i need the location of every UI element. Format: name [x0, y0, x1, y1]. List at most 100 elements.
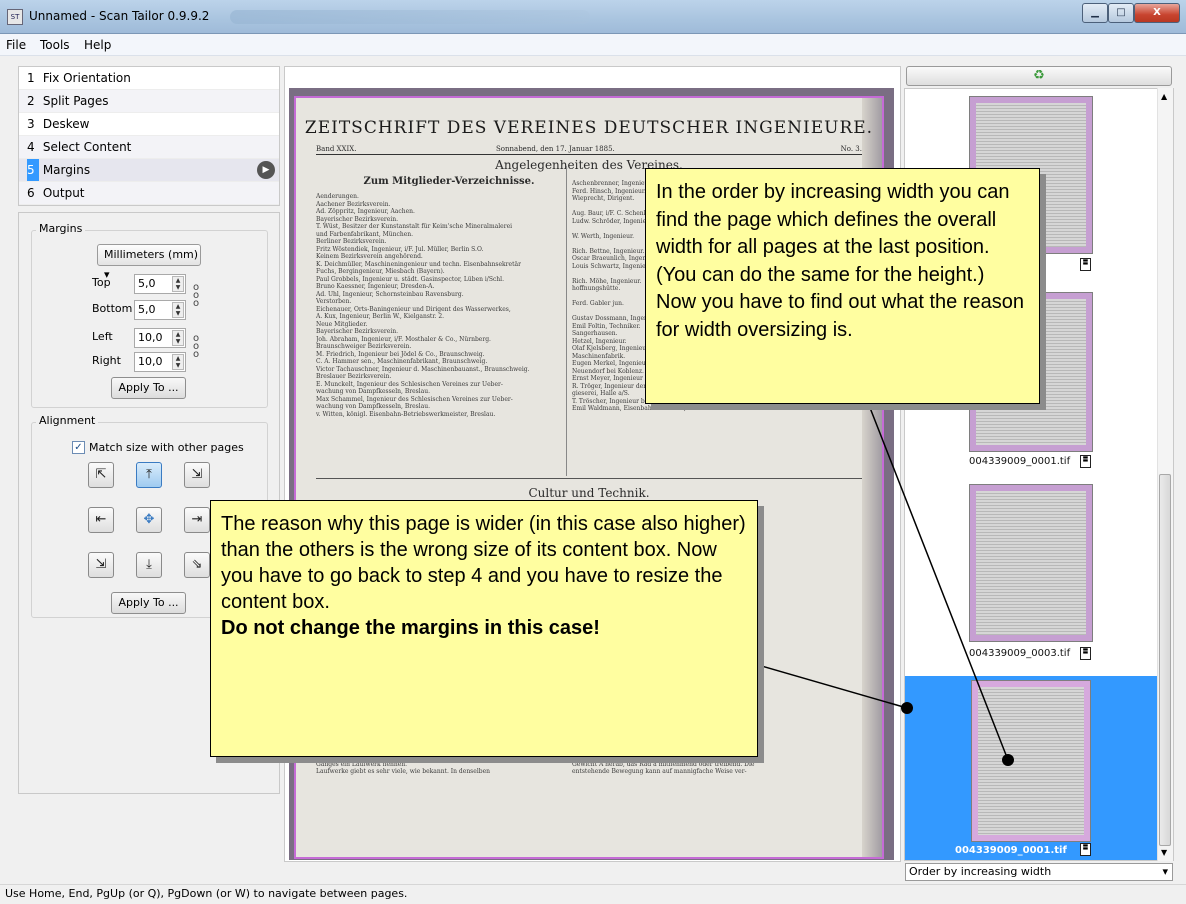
thumbnail-page[interactable]: [969, 484, 1093, 642]
menu-file[interactable]: File: [6, 38, 26, 52]
alignment-apply-button[interactable]: Apply To ...: [111, 592, 186, 614]
close-button[interactable]: X: [1134, 3, 1180, 23]
chain-link-icon[interactable]: ooo: [193, 334, 202, 360]
thumbnail-label: 004339009_0001.tif: [969, 456, 1071, 467]
refresh-icon: ♻: [1033, 68, 1045, 83]
match-size-label: Match size with other pages: [89, 441, 244, 454]
stage-number: 4: [27, 140, 35, 154]
left-label: Left: [92, 330, 113, 343]
status-text: Use Home, End, PgUp (or Q), PgDown (or W…: [5, 887, 408, 900]
thumbnail-text: [978, 687, 1084, 835]
units-select[interactable]: Millimeters (mm) ▾: [97, 244, 201, 281]
thumbnail-label-selected: 004339009_0001.tif: [955, 845, 1067, 856]
refresh-thumbnails-button[interactable]: ♻: [906, 66, 1172, 86]
chevron-down-icon: ▾: [1162, 865, 1168, 878]
menu-help[interactable]: Help: [84, 38, 111, 52]
stage-fix-orientation[interactable]: 1 Fix Orientation: [19, 67, 279, 90]
page-icon: ▬ ▬: [1080, 258, 1091, 271]
reason-callout: The reason why this page is wider (in th…: [210, 500, 758, 757]
status-bar: Use Home, End, PgUp (or Q), PgDown (or W…: [0, 884, 1186, 904]
journal-subheader: Band XXIX. Sonnabend, den 17. Januar 188…: [316, 145, 862, 155]
chain-link-icon[interactable]: ooo: [193, 283, 202, 309]
right-margin-field[interactable]: 10,0 ▲ ▼: [134, 352, 186, 372]
width-order-text: In the order by increasing width you can…: [656, 181, 1025, 341]
spin-arrows-icon[interactable]: ▲ ▼: [172, 276, 184, 292]
bottom-margin-field[interactable]: 5,0 ▲ ▼: [134, 300, 186, 320]
stage-number: 2: [27, 94, 35, 108]
menu-tools[interactable]: Tools: [40, 38, 70, 52]
align-top-left-button[interactable]: ⇱: [88, 462, 114, 488]
spin-arrows-icon[interactable]: ▲ ▼: [172, 354, 184, 370]
band-text: Band XXIX.: [316, 145, 357, 153]
left-margin-value: 10,0: [138, 331, 163, 344]
alignment-group-label: Alignment: [36, 414, 99, 427]
stage-number: 5: [27, 159, 39, 181]
stage-label: Deskew: [42, 117, 90, 131]
section-rule: [316, 478, 862, 479]
margins-apply-button[interactable]: Apply To ...: [111, 377, 186, 399]
stage-number: 1: [27, 71, 35, 85]
align-bottom-center-button[interactable]: ⤓: [136, 552, 162, 578]
thumbnail-page-selected[interactable]: [971, 680, 1091, 842]
text-column-left: Aenderungen. Aachener Bezirksverein. Ad. Z…: [316, 193, 530, 418]
stage-list: 1 Fix Orientation 2 Split Pages 3 Deskew…: [18, 66, 280, 206]
thumbnail-text: [976, 491, 1086, 635]
align-center-button[interactable]: ✥: [136, 507, 162, 533]
units-value: Millimeters (mm): [104, 248, 199, 261]
journal-title: ZEITSCHRIFT DES VEREINES DEUTSCHER INGEN…: [304, 118, 874, 138]
number-text: No. 3.: [840, 145, 862, 153]
thumbnail-label: 004339009_0003.tif: [969, 648, 1071, 659]
stage-output[interactable]: 6 Output: [19, 182, 279, 205]
window-title: Unnamed - Scan Tailor 0.9.9.2: [29, 9, 210, 23]
stage-number: 6: [27, 186, 35, 200]
margins-group-label: Margins: [36, 222, 86, 235]
scroll-down-icon[interactable]: ▼: [1161, 848, 1167, 857]
maximize-button[interactable]: □: [1108, 3, 1134, 23]
column-rule: [566, 166, 567, 476]
date-text: Sonnabend, den 17. Januar 1885.: [496, 145, 615, 153]
spin-arrows-icon[interactable]: ▲ ▼: [172, 302, 184, 318]
sort-order-value: Order by increasing width: [909, 865, 1052, 878]
stage-deskew[interactable]: 3 Deskew: [19, 113, 279, 136]
right-margin-value: 10,0: [138, 355, 163, 368]
menu-bar: File Tools Help: [0, 34, 1186, 56]
align-top-right-button[interactable]: ⇲: [184, 462, 210, 488]
minimize-button[interactable]: ▁: [1082, 3, 1108, 23]
page-icon: ▬ ▬: [1080, 647, 1091, 660]
stage-label: Margins: [42, 163, 91, 177]
stage-select-content[interactable]: 4 Select Content: [19, 136, 279, 159]
warning-text: Do not change the margins in this case!: [221, 617, 600, 639]
width-order-callout: In the order by increasing width you can…: [645, 168, 1040, 404]
left-margin-field[interactable]: 10,0 ▲ ▼: [134, 328, 186, 348]
stage-split-pages[interactable]: 2 Split Pages: [19, 90, 279, 113]
top-margin-field[interactable]: 5,0 ▲ ▼: [134, 274, 186, 294]
stage-label: Select Content: [42, 140, 132, 154]
app-icon: ST: [7, 9, 23, 25]
right-label: Right: [92, 354, 121, 367]
stage-label: Fix Orientation: [42, 71, 131, 85]
title-bar: ST Unnamed - Scan Tailor 0.9.9.2 ▁ □ X: [0, 0, 1186, 34]
match-size-checkbox[interactable]: ✓: [72, 441, 85, 454]
align-bottom-right-button[interactable]: ⇘: [184, 552, 210, 578]
play-icon[interactable]: ▶: [257, 161, 275, 179]
sort-order-select[interactable]: Order by increasing width ▾: [905, 863, 1173, 881]
top-margin-value: 5,0: [138, 277, 156, 290]
align-middle-left-button[interactable]: ⇤: [88, 507, 114, 533]
page-icon: ▬ ▬: [1080, 843, 1091, 856]
culture-heading: Cultur und Technik.: [528, 486, 650, 500]
thumbnail-scrollbar-thumb[interactable]: [1159, 474, 1171, 846]
top-label: Top: [92, 276, 111, 289]
align-middle-right-button[interactable]: ⇥: [184, 507, 210, 533]
page-icon: ▬ ▬: [1080, 455, 1091, 468]
align-bottom-left-button[interactable]: ⇲: [88, 552, 114, 578]
stage-number: 3: [27, 117, 35, 131]
bottom-margin-value: 5,0: [138, 303, 156, 316]
bottom-label: Bottom: [92, 302, 133, 315]
stage-label: Output: [42, 186, 85, 200]
scroll-up-icon[interactable]: ▲: [1161, 92, 1167, 101]
spin-arrows-icon[interactable]: ▲ ▼: [172, 330, 184, 346]
stage-label: Split Pages: [42, 94, 109, 108]
title-bar-glass: [230, 10, 590, 24]
stage-margins[interactable]: 5 Margins ▶: [19, 159, 279, 182]
align-top-center-button[interactable]: ⤒: [136, 462, 162, 488]
